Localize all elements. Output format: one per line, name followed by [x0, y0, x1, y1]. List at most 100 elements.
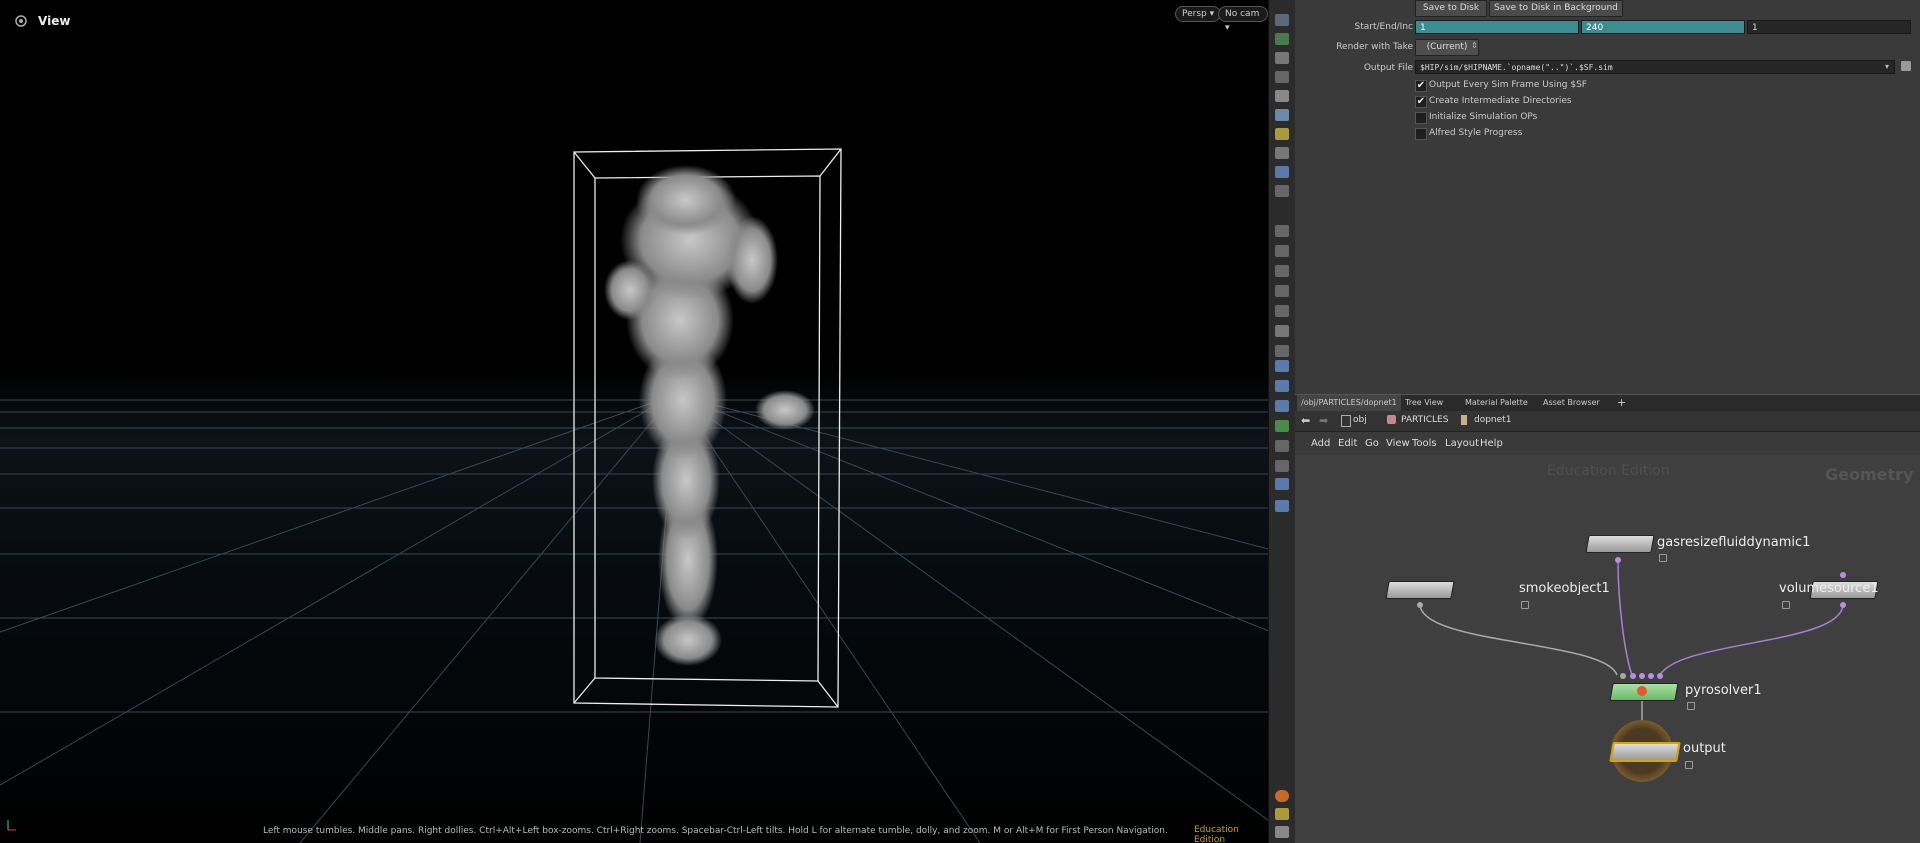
- lock-icon[interactable]: [1275, 52, 1289, 64]
- lock-icon[interactable]: [1521, 601, 1529, 609]
- menu-view[interactable]: View: [1386, 438, 1410, 449]
- checkbox-label: Output Every Sim Frame Using $SF: [1429, 80, 1587, 90]
- wireframe-icon[interactable]: [1275, 185, 1289, 197]
- menu-add[interactable]: Add: [1311, 438, 1330, 449]
- menu-layout[interactable]: Layout: [1445, 438, 1479, 449]
- path-obj[interactable]: obj: [1353, 415, 1367, 425]
- node-wires: [1417, 557, 1846, 737]
- dopnet-icon: [1461, 415, 1467, 425]
- edition-label: Education Edition: [1194, 825, 1239, 843]
- console-icon[interactable]: [1275, 826, 1289, 838]
- menu-go[interactable]: Go: [1365, 438, 1379, 449]
- stamp-icon[interactable]: [1275, 325, 1289, 337]
- output-file-field[interactable]: $HIP/sim/$HIPNAME.`opname("..")`.$SF.sim: [1415, 60, 1895, 74]
- display-icon[interactable]: [1275, 166, 1289, 178]
- checkbox-create-dirs[interactable]: ✔: [1415, 96, 1427, 108]
- view-icon[interactable]: [1275, 400, 1289, 412]
- number-icon[interactable]: [1275, 285, 1289, 297]
- menu-edit[interactable]: Edit: [1338, 438, 1357, 449]
- particles-icon: [1387, 415, 1396, 424]
- network-view[interactable]: Education Edition Geometry gasresizeflui…: [1295, 455, 1920, 843]
- start-field[interactable]: 1: [1415, 20, 1579, 34]
- flipbook-icon[interactable]: [1275, 380, 1289, 392]
- tab-network[interactable]: /obj/PARTICLES/dopnet1: [1297, 395, 1401, 411]
- inc-field[interactable]: 1: [1747, 20, 1911, 34]
- warning-icon[interactable]: [1275, 790, 1289, 802]
- start-end-inc-label: Start/End/Inc: [1354, 22, 1413, 32]
- ghost-icon[interactable]: [1275, 147, 1289, 159]
- lock-icon[interactable]: [1687, 702, 1695, 710]
- add-tab-button[interactable]: +: [1613, 395, 1630, 411]
- node-gasresizefluiddynamic1[interactable]: [1585, 535, 1655, 553]
- camera-icon[interactable]: [1275, 90, 1289, 102]
- bulb-icon[interactable]: [1275, 128, 1289, 140]
- viewport-toolbar: [1268, 0, 1296, 843]
- save-to-disk-button[interactable]: Save to Disk: [1415, 0, 1487, 17]
- viewport-title: View: [38, 14, 71, 28]
- persp-button[interactable]: Persp ▾: [1175, 6, 1222, 22]
- path-dopnet[interactable]: dopnet1: [1474, 415, 1511, 425]
- info-icon[interactable]: [1275, 500, 1289, 512]
- tab-material-palette[interactable]: Material Palette: [1461, 395, 1532, 411]
- light-icon[interactable]: [1275, 109, 1289, 121]
- path-bar: ⬅ ➡ obj PARTICLES dopnet1: [1295, 411, 1920, 432]
- viewport-scene: [0, 148, 1268, 843]
- save-to-disk-background-button[interactable]: Save to Disk in Background: [1489, 0, 1623, 17]
- back-icon[interactable]: ⬅: [1301, 414, 1310, 427]
- tab-asset-browser[interactable]: Asset Browser: [1539, 395, 1604, 411]
- brush-icon[interactable]: [1275, 265, 1289, 277]
- layout-icon[interactable]: [1275, 808, 1289, 820]
- smoke-plume: [604, 165, 815, 666]
- axis-gizmo-icon: [7, 820, 16, 831]
- measure-icon[interactable]: [1275, 440, 1289, 452]
- tab-tree-view[interactable]: Tree View: [1401, 395, 1447, 411]
- checkbox-label: Initialize Simulation OPs: [1429, 112, 1538, 122]
- corner-icon[interactable]: [1275, 345, 1289, 357]
- select-tool-icon[interactable]: [1275, 14, 1289, 26]
- network-menu-bar: Add Edit Go View Tools Layout Help: [1295, 434, 1920, 454]
- display-options-icon[interactable]: [1275, 460, 1289, 472]
- render-take-dropdown[interactable]: (Current): [1415, 39, 1479, 56]
- node-output[interactable]: [1609, 742, 1681, 762]
- pyro-flame-icon: [1637, 686, 1647, 696]
- forward-icon[interactable]: ➡: [1319, 414, 1328, 427]
- camera-button[interactable]: No cam ▾: [1218, 6, 1268, 33]
- take-chevron-icon: ⇕: [1471, 41, 1478, 50]
- houdini-logo-icon: [15, 15, 27, 27]
- path-particles[interactable]: PARTICLES: [1401, 415, 1448, 425]
- checkbox-label: Create Intermediate Directories: [1429, 96, 1572, 106]
- background-icon[interactable]: [1275, 478, 1289, 490]
- render-icon[interactable]: [1275, 360, 1289, 372]
- hand-icon[interactable]: [1275, 305, 1289, 317]
- checkbox-sim-frame[interactable]: ✔: [1415, 80, 1427, 92]
- node-label: pyrosolver1: [1685, 683, 1762, 698]
- point-icon[interactable]: [1275, 225, 1289, 237]
- node-label-volumesource1: volumesource1: [1779, 581, 1879, 596]
- grid-icon[interactable]: [1275, 420, 1289, 432]
- status-text: Left mouse tumbles. Middle pans. Right d…: [263, 826, 1168, 836]
- checkbox-label: Alfred Style Progress: [1429, 128, 1523, 138]
- lock-icon[interactable]: [1659, 554, 1667, 562]
- render-take-label: Render with Take: [1336, 42, 1413, 52]
- pane-tabs: /obj/PARTICLES/dopnet1 Tree View Materia…: [1295, 394, 1920, 411]
- menu-tools[interactable]: Tools: [1412, 438, 1437, 449]
- file-browse-icon[interactable]: [1901, 61, 1911, 71]
- checkbox-init-sim[interactable]: [1415, 112, 1427, 124]
- node-label: smokeobject1: [1519, 581, 1610, 596]
- ground-grid: [0, 399, 1268, 843]
- checkbox-alfred[interactable]: [1415, 128, 1427, 140]
- snap-icon[interactable]: [1275, 33, 1289, 45]
- node-label: gasresizefluiddynamic1: [1657, 535, 1811, 550]
- file-dropdown-icon[interactable]: ▾: [1885, 62, 1889, 71]
- menu-help[interactable]: Help: [1480, 438, 1503, 449]
- lock-icon[interactable]: [1685, 761, 1693, 769]
- normal-icon[interactable]: [1275, 245, 1289, 257]
- obj-icon: [1341, 415, 1351, 427]
- node-smokeobject1[interactable]: [1385, 581, 1455, 599]
- handle-icon[interactable]: [1275, 71, 1289, 83]
- output-file-label: Output File: [1363, 63, 1413, 73]
- node-label: output: [1683, 741, 1726, 756]
- viewport[interactable]: View Persp ▾ No cam ▾ Left mouse tumbles…: [0, 0, 1268, 843]
- end-field[interactable]: 240: [1581, 20, 1745, 34]
- lock-icon[interactable]: [1782, 601, 1790, 609]
